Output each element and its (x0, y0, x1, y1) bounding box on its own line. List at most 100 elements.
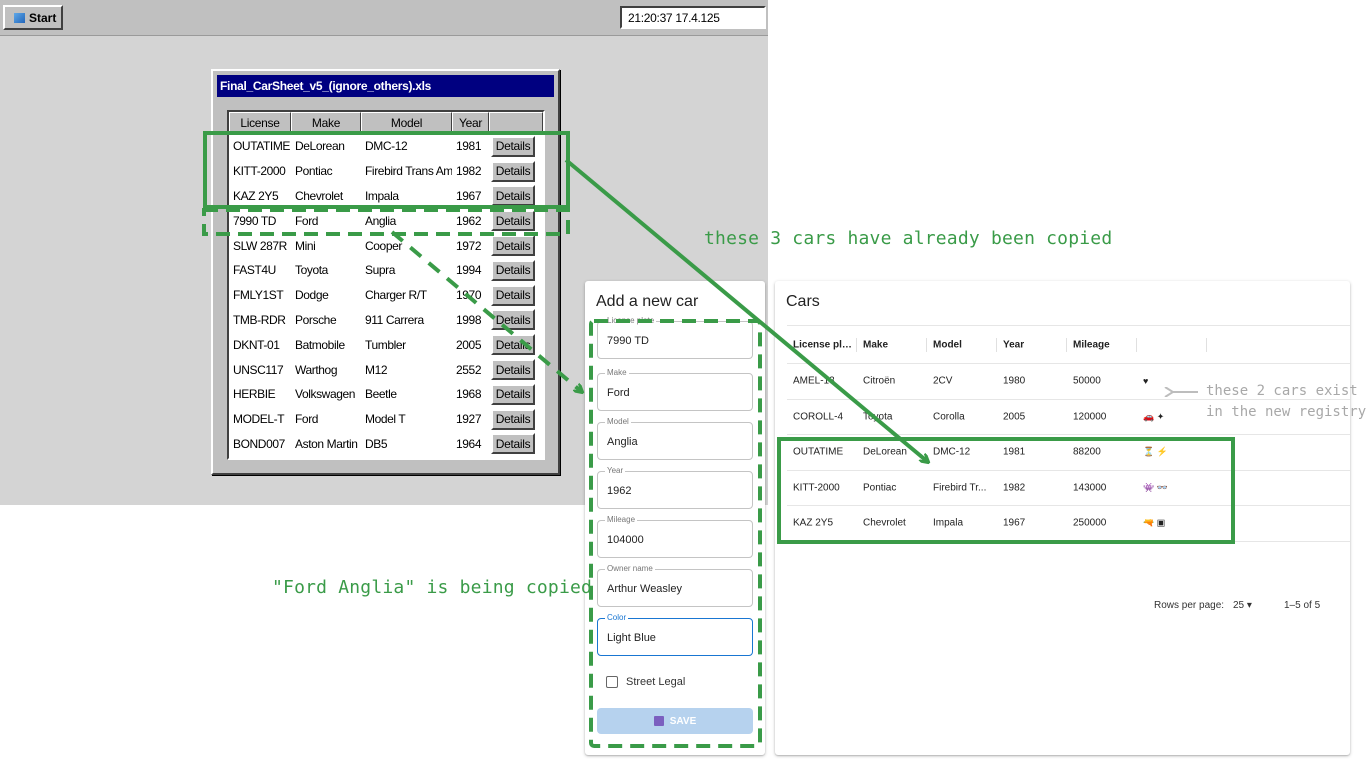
column-header-license[interactable]: License (229, 112, 291, 134)
cell-license[interactable]: FAST4U (229, 263, 291, 277)
cell-year[interactable]: 1994 (452, 263, 489, 277)
street-legal-checkbox[interactable]: Street Legal (606, 676, 685, 688)
cell-license[interactable]: FMLY1ST (229, 288, 291, 302)
details-button[interactable]: Details (491, 284, 535, 306)
column-separator[interactable] (1136, 338, 1137, 352)
cell-make[interactable]: Mini (291, 239, 361, 253)
start-button[interactable]: Start (3, 5, 63, 30)
details-button[interactable]: Details (491, 210, 535, 232)
cell-make[interactable]: DeLorean (291, 139, 361, 153)
cell-license[interactable]: 7990 TD (229, 214, 291, 228)
cell-model[interactable]: Cooper (361, 239, 452, 253)
table-row[interactable]: OUTATIME DeLorean DMC-12 1981 88200 ⏳ ⚡ (787, 435, 1350, 471)
cell-year[interactable]: 2552 (452, 363, 489, 377)
spreadsheet-row[interactable]: UNSC117 Warthog M12 2552 Details (229, 357, 543, 382)
window-title-bar[interactable]: Final_CarSheet_v5_(ignore_others).xls (217, 75, 554, 97)
cell-make[interactable]: Toyota (291, 263, 361, 277)
cell-make[interactable]: Aston Martin (291, 437, 361, 451)
model-value[interactable]: Anglia (607, 436, 638, 448)
cell-license[interactable]: DKNT-01 (229, 338, 291, 352)
cell-license[interactable]: UNSC117 (229, 363, 291, 377)
cell-model[interactable]: Impala (361, 189, 452, 203)
cell-year[interactable]: 1927 (452, 412, 489, 426)
cell-year[interactable]: 1972 (452, 239, 489, 253)
cell-year[interactable]: 1981 (452, 139, 489, 153)
cell-license[interactable]: KITT-2000 (229, 164, 291, 178)
cell-year[interactable]: 1970 (452, 288, 489, 302)
cell-make[interactable]: Ford (291, 412, 361, 426)
cell-model[interactable]: DMC-12 (361, 139, 452, 153)
details-button[interactable]: Details (491, 359, 535, 381)
mileage-field[interactable]: Mileage 104000 (597, 515, 753, 558)
cell-model[interactable]: Charger R/T (361, 288, 452, 302)
year-field[interactable]: Year 1962 (597, 466, 753, 509)
spreadsheet-row[interactable]: FAST4U Toyota Supra 1994 Details (229, 258, 543, 283)
color-value[interactable]: Light Blue (607, 632, 656, 644)
rows-per-page-select[interactable]: 25 ▾ (1233, 600, 1252, 611)
owner-name-field[interactable]: Owner name Arthur Weasley (597, 564, 753, 607)
make-value[interactable]: Ford (607, 387, 630, 399)
spreadsheet-row[interactable]: HERBIE Volkswagen Beetle 1968 Details (229, 382, 543, 407)
cell-make[interactable]: Ford (291, 214, 361, 228)
details-button[interactable]: Details (491, 334, 535, 356)
details-button[interactable]: Details (491, 408, 535, 430)
spreadsheet-row[interactable]: FMLY1ST Dodge Charger R/T 1970 Details (229, 283, 543, 308)
cell-make[interactable]: Dodge (291, 288, 361, 302)
spreadsheet-row[interactable]: OUTATIME DeLorean DMC-12 1981 Details (229, 134, 543, 159)
make-field[interactable]: Make Ford (597, 368, 753, 411)
column-header-make[interactable]: Make (863, 339, 923, 350)
model-field[interactable]: Model Anglia (597, 417, 753, 460)
column-separator[interactable] (926, 338, 927, 352)
details-button[interactable]: Details (491, 433, 535, 455)
spreadsheet-row[interactable]: MODEL-T Ford Model T 1927 Details (229, 407, 543, 432)
cell-model[interactable]: M12 (361, 363, 452, 377)
cell-year[interactable]: 1998 (452, 313, 489, 327)
column-header-license-plate[interactable]: License pla... (793, 339, 853, 350)
details-button[interactable]: Details (491, 185, 535, 207)
column-separator[interactable] (1066, 338, 1067, 352)
details-button[interactable]: Details (491, 259, 535, 281)
cell-model[interactable]: DB5 (361, 437, 452, 451)
license-plate-field[interactable]: License plate 7990 TD (597, 316, 753, 359)
details-button[interactable]: Details (491, 309, 535, 331)
cell-model[interactable]: Anglia (361, 214, 452, 228)
column-separator[interactable] (996, 338, 997, 352)
column-header-year[interactable]: Year (1003, 339, 1053, 350)
details-button[interactable]: Details (491, 160, 535, 182)
cell-year[interactable]: 2005 (452, 338, 489, 352)
cell-license[interactable]: TMB-RDR (229, 313, 291, 327)
cell-make[interactable]: Pontiac (291, 164, 361, 178)
table-row[interactable]: KITT-2000 Pontiac Firebird Tr... 1982 143000… (787, 471, 1350, 506)
column-header-mileage[interactable]: Mileage (1073, 339, 1133, 350)
column-separator[interactable] (1206, 338, 1207, 352)
cell-year[interactable]: 1964 (452, 437, 489, 451)
mileage-value[interactable]: 104000 (607, 534, 644, 546)
spreadsheet-row[interactable]: SLW 287R Mini Cooper 1972 Details (229, 233, 543, 258)
checkbox-icon[interactable] (606, 676, 618, 688)
spreadsheet-row[interactable]: KITT-2000 Pontiac Firebird Trans Am 1982 Det… (229, 159, 543, 184)
year-value[interactable]: 1962 (607, 485, 631, 497)
table-row[interactable]: KAZ 2Y5 Chevrolet Impala 1967 250000 🔫 ▣ (787, 506, 1350, 542)
details-button[interactable]: Details (491, 383, 535, 405)
cell-year[interactable]: 1982 (452, 164, 489, 178)
spreadsheet-row[interactable]: BOND007 Aston Martin DB5 1964 Details (229, 432, 543, 457)
cell-year[interactable]: 1962 (452, 214, 489, 228)
cell-model[interactable]: Supra (361, 263, 452, 277)
column-header-model[interactable]: Model (361, 112, 452, 134)
cell-make[interactable]: Porsche (291, 313, 361, 327)
color-field[interactable]: Color Light Blue (597, 613, 753, 656)
cell-model[interactable]: Firebird Trans Am (361, 164, 452, 178)
cell-model[interactable]: 911 Carrera (361, 313, 452, 327)
cell-make[interactable]: Chevrolet (291, 189, 361, 203)
cell-model[interactable]: Model T (361, 412, 452, 426)
column-header-year[interactable]: Year (452, 112, 489, 134)
cell-make[interactable]: Warthog (291, 363, 361, 377)
column-separator[interactable] (856, 338, 857, 352)
license-plate-value[interactable]: 7990 TD (607, 335, 649, 347)
cell-year[interactable]: 1967 (452, 189, 489, 203)
cell-license[interactable]: HERBIE (229, 387, 291, 401)
cell-model[interactable]: Beetle (361, 387, 452, 401)
column-header-model[interactable]: Model (933, 339, 991, 350)
spreadsheet-row[interactable]: KAZ 2Y5 Chevrolet Impala 1967 Details (229, 184, 543, 209)
cell-model[interactable]: Tumbler (361, 338, 452, 352)
